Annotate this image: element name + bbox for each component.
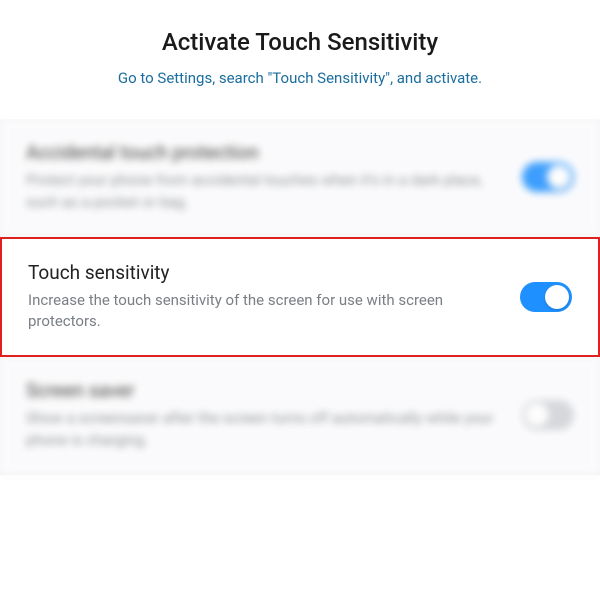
page-subtitle: Go to Settings, search "Touch Sensitivit… bbox=[110, 68, 490, 89]
setting-description: Protect your phone from accidental touch… bbox=[26, 170, 502, 214]
setting-content: Screen saver Show a screensaver after th… bbox=[26, 379, 522, 452]
setting-title: Touch sensitivity bbox=[28, 261, 500, 284]
setting-description: Increase the touch sensitivity of the sc… bbox=[28, 290, 500, 334]
toggle-knob bbox=[547, 165, 571, 189]
toggle-knob bbox=[545, 285, 569, 309]
setting-row-accidental-touch[interactable]: Accidental touch protection Protect your… bbox=[0, 119, 600, 237]
setting-title: Screen saver bbox=[26, 379, 502, 402]
setting-title: Accidental touch protection bbox=[26, 141, 502, 164]
toggle-screen-saver[interactable] bbox=[522, 400, 574, 430]
setting-content: Accidental touch protection Protect your… bbox=[26, 141, 522, 214]
toggle-touch-sensitivity[interactable] bbox=[520, 282, 572, 312]
setting-description: Show a screensaver after the screen turn… bbox=[26, 408, 502, 452]
page-title: Activate Touch Sensitivity bbox=[30, 28, 570, 56]
instruction-header: Activate Touch Sensitivity Go to Setting… bbox=[0, 0, 600, 99]
settings-list: Accidental touch protection Protect your… bbox=[0, 119, 600, 475]
toggle-accidental-touch[interactable] bbox=[522, 162, 574, 192]
setting-row-touch-sensitivity[interactable]: Touch sensitivity Increase the touch sen… bbox=[0, 237, 600, 358]
setting-row-screen-saver[interactable]: Screen saver Show a screensaver after th… bbox=[0, 357, 600, 475]
toggle-knob bbox=[525, 403, 549, 427]
setting-content: Touch sensitivity Increase the touch sen… bbox=[28, 261, 520, 334]
